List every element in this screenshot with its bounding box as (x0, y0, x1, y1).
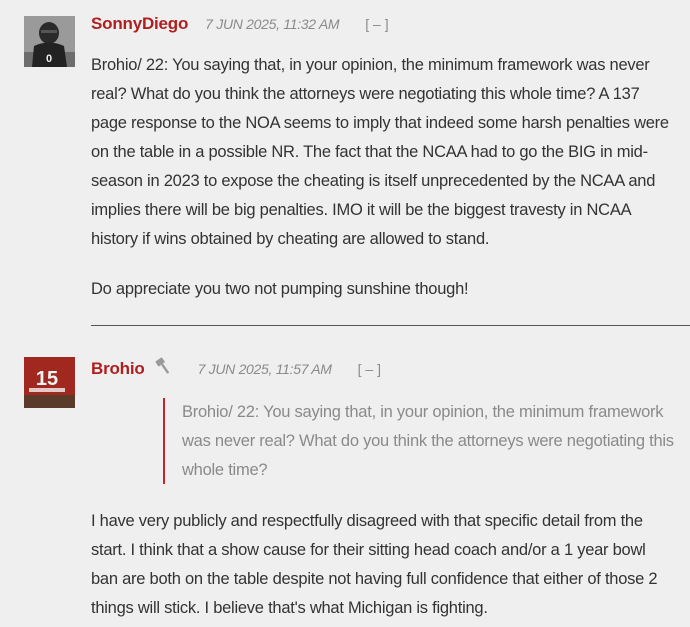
collapse-toggle[interactable]: [ – ] (365, 16, 388, 32)
comment-paragraph: Brohio/ 22: You saying that, in your opi… (91, 56, 669, 248)
comment-paragraph: I have very publicly and respectfully di… (91, 512, 658, 617)
author-name[interactable]: Brohio (91, 359, 145, 379)
quote-text: Brohio/ 22: You saying that, in your opi… (182, 403, 674, 479)
avatar-jersey-number: 15 (36, 368, 58, 390)
player-avatar-image: 15 (24, 357, 75, 408)
comment-header: SonnyDiego 7 JUN 2025, 11:32 AM [ – ] (91, 14, 389, 34)
avatar[interactable]: 15 (24, 357, 75, 408)
comment-paragraph: Do appreciate you two not pumping sunshi… (91, 280, 469, 298)
timestamp[interactable]: 7 JUN 2025, 11:32 AM (205, 16, 339, 32)
collapse-toggle[interactable]: [ – ] (358, 361, 381, 377)
comment-header: Brohio 7 JUN 2025, 11:57 AM [ – ] (91, 356, 381, 381)
player-avatar-image: 0 (24, 16, 75, 67)
avatar-jersey-number: 0 (46, 53, 52, 65)
avatar[interactable]: 0 (24, 16, 75, 67)
comment-divider (91, 325, 690, 326)
timestamp[interactable]: 7 JUN 2025, 11:57 AM (198, 361, 332, 377)
gavel-icon (154, 356, 172, 381)
author-name[interactable]: SonnyDiego (91, 14, 188, 34)
blockquote: Brohio/ 22: You saying that, in your opi… (163, 398, 675, 484)
